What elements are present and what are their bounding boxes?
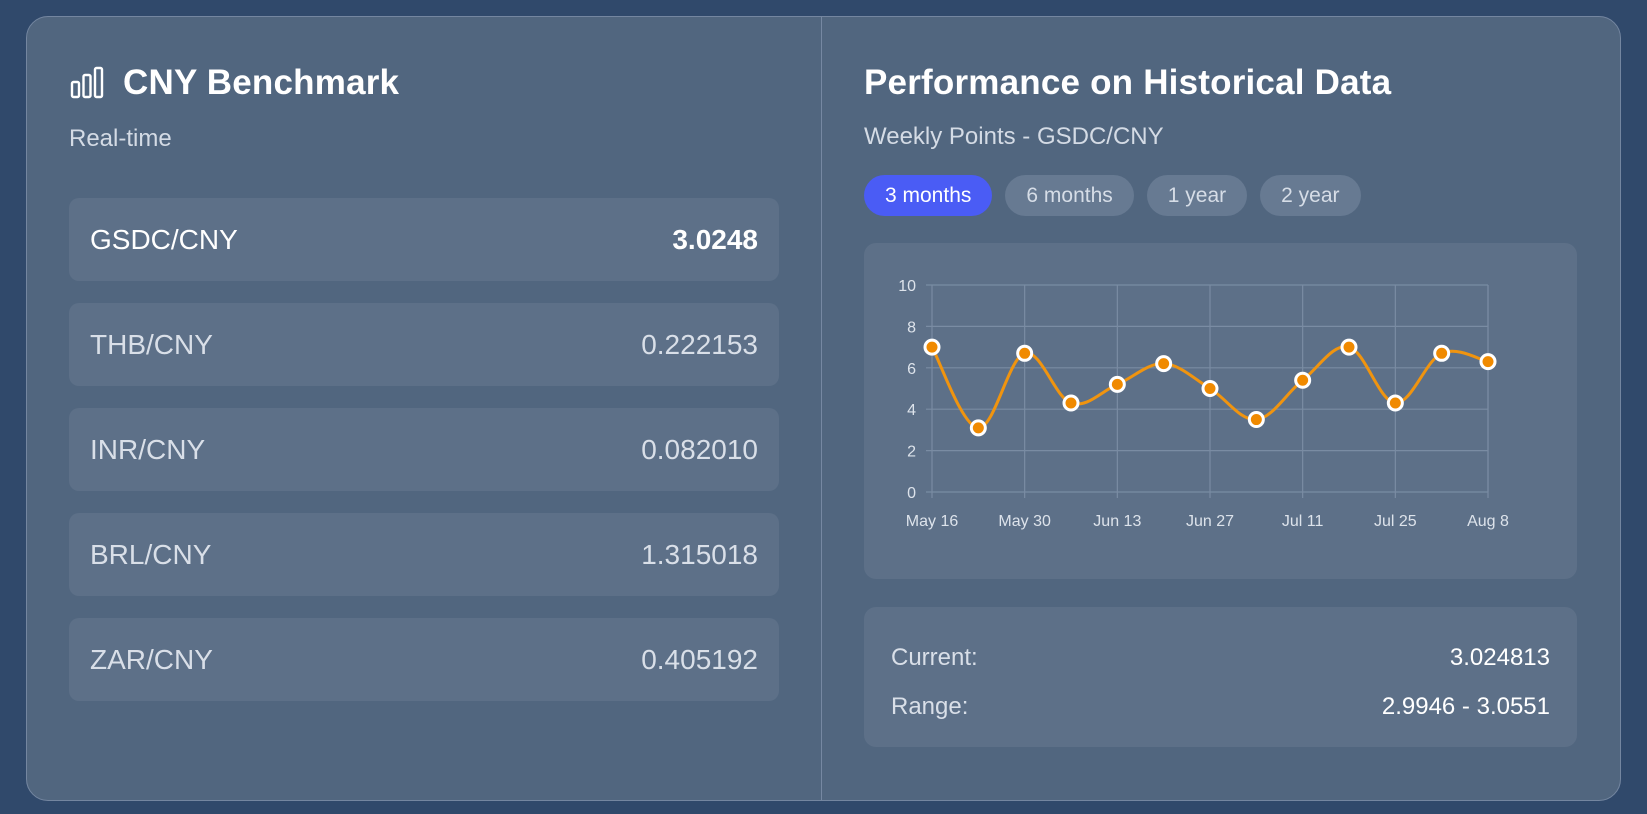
data-point[interactable] bbox=[1386, 394, 1404, 412]
stat-range-value: 2.9946 - 3.0551 bbox=[1381, 692, 1550, 720]
history-chart-svg: 0 2 4 6 8 10 May 16 May 30 Jun 13 Jun 27 Jul 11 Jul… bbox=[898, 278, 1509, 530]
stats-summary: Current: 3.024813 Range: 2.9946 - 3.0551 bbox=[864, 607, 1577, 747]
data-point[interactable] bbox=[1247, 411, 1265, 429]
stat-range-label: Range: bbox=[891, 692, 969, 720]
rate-list: GSDC/CNY 3.0248 THB/CNY 0.222153 INR/CNY… bbox=[69, 198, 779, 701]
rate-row-thb[interactable]: THB/CNY 0.222153 bbox=[69, 303, 779, 386]
rate-row-zar[interactable]: ZAR/CNY 0.405192 bbox=[69, 618, 779, 701]
data-point[interactable] bbox=[1294, 371, 1312, 389]
data-point[interactable] bbox=[1062, 394, 1080, 412]
benchmark-card: CNY Benchmark Real-time GSDC/CNY 3.0248 … bbox=[26, 16, 1621, 801]
stat-current-label: Current: bbox=[891, 643, 978, 671]
range-button-2-year[interactable]: 2 year bbox=[1260, 175, 1361, 216]
data-point[interactable] bbox=[1340, 338, 1358, 356]
rate-value: 3.0248 bbox=[672, 223, 758, 255]
history-chart: 0 2 4 6 8 10 May 16 May 30 Jun 13 Jun 27 Jul 11 Jul… bbox=[864, 243, 1577, 579]
rate-value: 0.082010 bbox=[641, 433, 758, 465]
x-tick-label: Jun 13 bbox=[1093, 513, 1141, 530]
data-point[interactable] bbox=[923, 338, 941, 356]
performance-subtitle: Weekly Points - GSDC/CNY bbox=[864, 123, 1164, 150]
stat-current-value: 3.024813 bbox=[1449, 643, 1550, 671]
performance-panel: Performance on Historical Data Weekly Po… bbox=[822, 17, 1620, 800]
data-point[interactable] bbox=[1201, 380, 1219, 397]
range-button-3-months[interactable]: 3 months bbox=[864, 175, 993, 216]
rate-pair: GSDC/CNY bbox=[90, 223, 238, 255]
data-point[interactable] bbox=[1108, 375, 1126, 393]
performance-title: Performance on Historical Data bbox=[864, 63, 1392, 102]
bar-chart-icon bbox=[69, 65, 105, 101]
data-point[interactable] bbox=[1155, 355, 1173, 373]
rate-row-gsdc[interactable]: GSDC/CNY 3.0248 bbox=[69, 198, 779, 281]
y-tick-label: 6 bbox=[907, 361, 916, 378]
data-point[interactable] bbox=[1479, 353, 1497, 371]
performance-header: Performance on Historical Data bbox=[864, 63, 1577, 103]
rate-row-brl[interactable]: BRL/CNY 1.315018 bbox=[69, 513, 779, 596]
rate-value: 1.315018 bbox=[641, 538, 758, 570]
y-tick-label: 4 bbox=[907, 402, 916, 419]
x-tick-label: May 16 bbox=[906, 513, 959, 530]
x-tick-label: Jul 11 bbox=[1282, 513, 1324, 530]
stat-range: Range: 2.9946 - 3.0551 bbox=[891, 682, 1550, 731]
x-tick-label: Jul 25 bbox=[1374, 513, 1417, 530]
data-point[interactable] bbox=[1016, 344, 1034, 362]
range-button-1-year[interactable]: 1 year bbox=[1146, 175, 1248, 216]
x-tick-label: May 30 bbox=[998, 513, 1051, 530]
rate-pair: ZAR/CNY bbox=[90, 643, 213, 675]
benchmark-panel: CNY Benchmark Real-time GSDC/CNY 3.0248 … bbox=[27, 17, 822, 800]
stat-current: Current: 3.024813 bbox=[891, 633, 1550, 682]
rate-row-inr[interactable]: INR/CNY 0.082010 bbox=[69, 408, 779, 491]
y-tick-label: 2 bbox=[907, 444, 916, 461]
rate-pair: THB/CNY bbox=[90, 328, 213, 360]
y-tick-label: 10 bbox=[898, 278, 916, 295]
benchmark-title: CNY Benchmark bbox=[123, 63, 400, 102]
benchmark-subtitle: Real-time bbox=[69, 125, 172, 152]
range-selector: 3 months 6 months 1 year 2 year bbox=[864, 175, 1577, 216]
y-tick-label: 0 bbox=[907, 485, 916, 502]
rate-pair: BRL/CNY bbox=[90, 538, 212, 570]
rate-value: 0.222153 bbox=[641, 328, 758, 360]
data-point[interactable] bbox=[969, 419, 987, 437]
x-tick-label: Jun 27 bbox=[1186, 513, 1234, 530]
y-tick-label: 8 bbox=[907, 319, 916, 336]
rate-value: 0.405192 bbox=[641, 643, 758, 675]
range-button-6-months[interactable]: 6 months bbox=[1005, 175, 1134, 216]
data-point[interactable] bbox=[1433, 344, 1451, 362]
rate-pair: INR/CNY bbox=[90, 433, 206, 465]
x-tick-label: Aug 8 bbox=[1467, 513, 1509, 530]
benchmark-header: CNY Benchmark bbox=[69, 63, 779, 103]
